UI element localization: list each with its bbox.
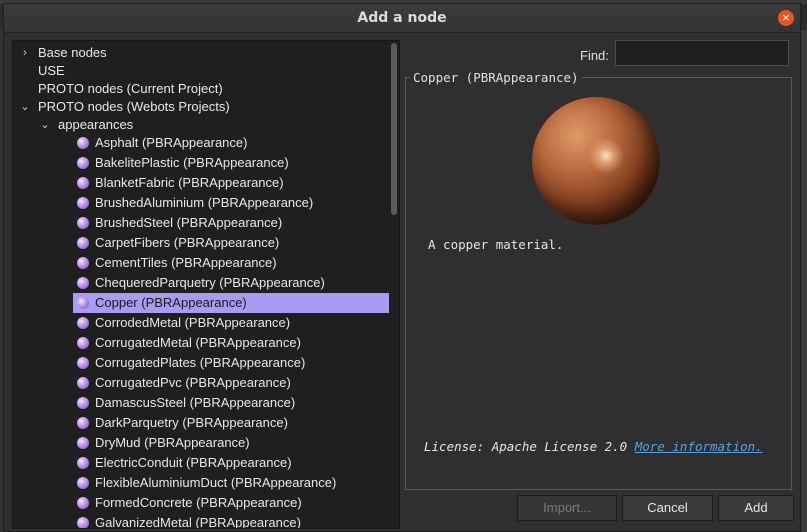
tree-node-label: ElectricConduit (PBRAppearance) <box>95 455 292 470</box>
tree-item-label: PROTO nodes (Current Project) <box>38 81 223 96</box>
tree-node-item[interactable]: FlexibleAluminiumDuct (PBRAppearance) <box>73 473 389 493</box>
tree-node-label: DamascusSteel (PBRAppearance) <box>95 395 296 410</box>
close-icon: × <box>781 11 791 24</box>
tree-node-item[interactable]: BlanketFabric (PBRAppearance) <box>73 173 389 193</box>
node-description: A copper material. <box>428 237 564 252</box>
proto-node-icon <box>77 417 89 429</box>
proto-node-icon <box>77 157 89 169</box>
proto-node-icon <box>77 257 89 269</box>
proto-node-icon <box>77 277 89 289</box>
tree-node-label: FlexibleAluminiumDuct (PBRAppearance) <box>95 475 337 490</box>
more-information-link[interactable]: More information. <box>635 439 763 454</box>
tree-node-item[interactable]: CorrodedMetal (PBRAppearance) <box>73 313 389 333</box>
tree-node-item[interactable]: CorrugatedPvc (PBRAppearance) <box>73 373 389 393</box>
tree-node-item[interactable]: BrushedSteel (PBRAppearance) <box>73 213 389 233</box>
tree-node-label: DryMud (PBRAppearance) <box>95 435 250 450</box>
node-tree[interactable]: › Base nodes USE PROTO nodes (Current Pr… <box>12 40 400 529</box>
tree-node-item[interactable]: BrushedAluminium (PBRAppearance) <box>73 193 389 213</box>
proto-node-icon <box>77 357 89 369</box>
tree-node-item[interactable]: DarkParquetry (PBRAppearance) <box>73 413 389 433</box>
tree-node-label: Asphalt (PBRAppearance) <box>95 135 248 150</box>
tree-node-label: Copper (PBRAppearance) <box>95 295 247 310</box>
tree-node-label: CorrugatedPvc (PBRAppearance) <box>95 375 291 390</box>
tree-node-item[interactable]: CorrugatedMetal (PBRAppearance) <box>73 333 389 353</box>
chevron-down-icon[interactable]: ⌄ <box>39 115 51 135</box>
material-preview-image <box>532 97 660 225</box>
tree-node-item[interactable]: CarpetFibers (PBRAppearance) <box>73 233 389 253</box>
cancel-button[interactable]: Cancel <box>622 495 713 521</box>
proto-node-icon <box>77 437 89 449</box>
proto-node-icon <box>77 497 89 509</box>
tree-node-item[interactable]: CorrugatedPlates (PBRAppearance) <box>73 353 389 373</box>
proto-node-icon <box>77 317 89 329</box>
tree-node-label: CorrugatedPlates (PBRAppearance) <box>95 355 306 370</box>
tree-node-label: CorrodedMetal (PBRAppearance) <box>95 315 291 330</box>
proto-node-icon <box>77 517 89 528</box>
preview-title: Copper (PBRAppearance) <box>410 70 582 85</box>
tree-node-label: BakelitePlastic (PBRAppearance) <box>95 155 289 170</box>
proto-node-icon <box>77 137 89 149</box>
find-label: Find: <box>580 48 609 63</box>
tree-node-label: CementTiles (PBRAppearance) <box>95 255 277 270</box>
tree-node-label: ChequeredParquetry (PBRAppearance) <box>95 275 325 290</box>
license-info: License: Apache License 2.0 More informa… <box>424 439 774 454</box>
proto-node-icon <box>77 197 89 209</box>
dialog-titlebar: Add a node × <box>4 4 800 33</box>
license-text: License: Apache License 2.0 <box>424 439 628 454</box>
tree-node-item[interactable]: Copper (PBRAppearance) <box>73 293 389 313</box>
tree-node-item[interactable]: DryMud (PBRAppearance) <box>73 433 389 453</box>
tree-node-label: BlanketFabric (PBRAppearance) <box>95 175 284 190</box>
tree-node-item[interactable]: CementTiles (PBRAppearance) <box>73 253 389 273</box>
proto-node-icon <box>77 477 89 489</box>
proto-node-icon <box>77 237 89 249</box>
tree-node-label: CarpetFibers (PBRAppearance) <box>95 235 280 250</box>
tree-node-item[interactable]: ElectricConduit (PBRAppearance) <box>73 453 389 473</box>
proto-node-icon <box>77 177 89 189</box>
add-button[interactable]: Add <box>718 495 794 521</box>
chevron-down-icon[interactable]: ⌄ <box>19 97 31 117</box>
find-input[interactable] <box>615 40 789 66</box>
tree-node-label: BrushedSteel (PBRAppearance) <box>95 215 283 230</box>
import-button[interactable]: Import... <box>517 495 617 521</box>
close-button[interactable]: × <box>778 10 794 26</box>
proto-node-icon <box>77 337 89 349</box>
tree-node-item[interactable]: GalvanizedMetal (PBRAppearance) <box>73 513 389 529</box>
tree-item-label: Base nodes <box>38 45 107 60</box>
proto-node-icon <box>77 377 89 389</box>
dialog-title: Add a node <box>357 10 447 26</box>
tree-node-label: FormedConcrete (PBRAppearance) <box>95 495 302 510</box>
tree-item-label: PROTO nodes (Webots Projects) <box>38 99 230 114</box>
tree-item-label: USE <box>38 63 65 78</box>
proto-node-icon <box>77 297 89 309</box>
tree-node-label: CorrugatedMetal (PBRAppearance) <box>95 335 301 350</box>
background-window-right <box>801 30 807 532</box>
tree-node-label: GalvanizedMetal (PBRAppearance) <box>95 515 301 529</box>
tree-scrollbar[interactable] <box>391 43 397 215</box>
proto-node-icon <box>77 457 89 469</box>
tree-node-item[interactable]: Asphalt (PBRAppearance) <box>73 133 389 153</box>
tree-node-item[interactable]: ChequeredParquetry (PBRAppearance) <box>73 273 389 293</box>
tree-node-label: BrushedAluminium (PBRAppearance) <box>95 195 314 210</box>
tree-node-item[interactable]: BakelitePlastic (PBRAppearance) <box>73 153 389 173</box>
tree-node-label: DarkParquetry (PBRAppearance) <box>95 415 288 430</box>
chevron-right-icon[interactable]: › <box>19 43 31 63</box>
proto-node-icon <box>77 397 89 409</box>
tree-node-item[interactable]: FormedConcrete (PBRAppearance) <box>73 493 389 513</box>
tree-item-label: appearances <box>58 117 134 132</box>
proto-node-icon <box>77 217 89 229</box>
tree-node-item[interactable]: DamascusSteel (PBRAppearance) <box>73 393 389 413</box>
